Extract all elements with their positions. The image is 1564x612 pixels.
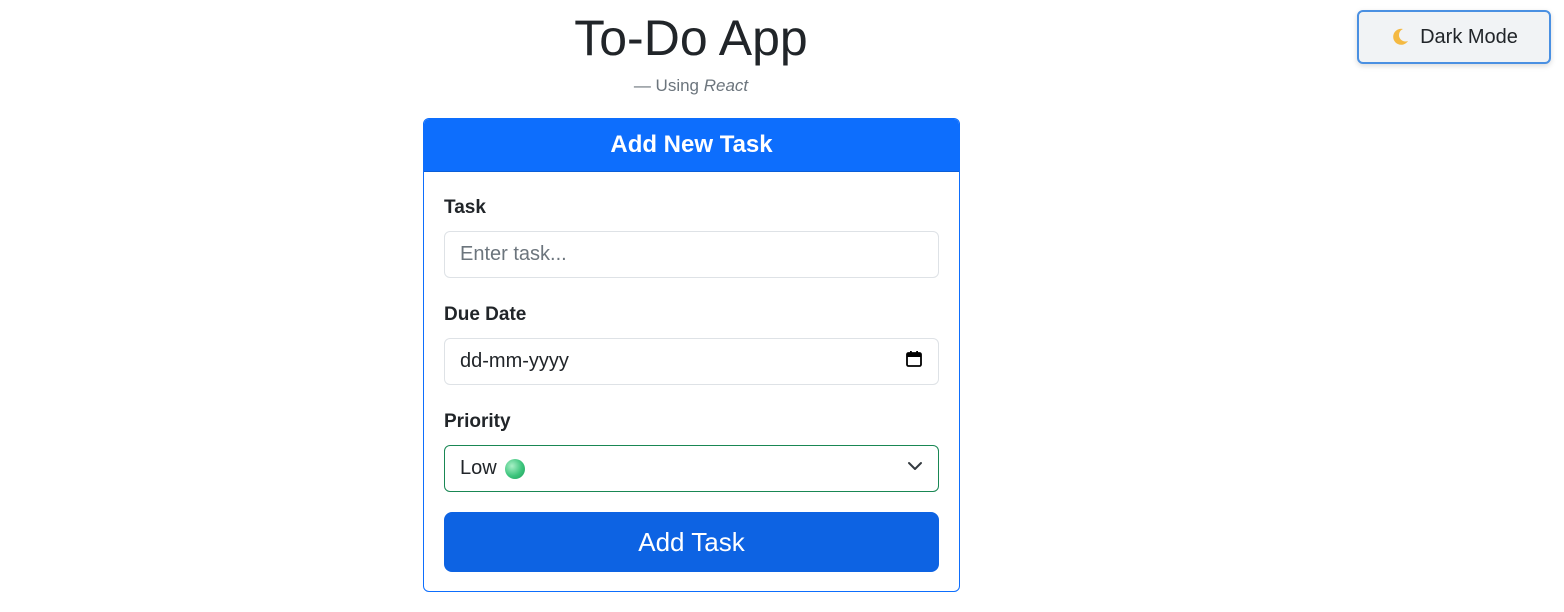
dark-mode-label: Dark Mode: [1420, 25, 1518, 48]
add-task-button[interactable]: Add Task: [444, 512, 939, 572]
priority-select[interactable]: Low: [444, 445, 939, 492]
priority-value: Low: [460, 457, 497, 479]
card-body: Task Due Date dd-mm-yyyy Priority Low: [424, 197, 959, 572]
due-date-value: dd-mm-yyyy: [460, 350, 569, 372]
due-date-label: Due Date: [444, 304, 527, 325]
priority-selected: Low: [460, 457, 525, 480]
dark-mode-button[interactable]: Dark Mode: [1357, 10, 1551, 64]
page-subtitle: — Using React: [0, 76, 1382, 96]
page: Dark Mode To-Do App — Using React Add Ne…: [0, 0, 1564, 612]
task-label: Task: [444, 197, 486, 218]
task-input[interactable]: [444, 231, 939, 278]
page-title: To-Do App: [574, 10, 808, 66]
calendar-icon[interactable]: [905, 350, 923, 374]
chevron-down-icon: [907, 457, 923, 480]
due-date-input[interactable]: dd-mm-yyyy: [444, 338, 939, 385]
priority-label: Priority: [444, 411, 511, 432]
subtitle-framework: React: [703, 76, 749, 95]
add-task-card: Add New Task Task Due Date dd-mm-yyyy Pr…: [423, 118, 960, 592]
subtitle-prefix: — Using: [633, 76, 700, 95]
card-title: Add New Task: [424, 119, 959, 172]
crescent-moon-icon: [1390, 27, 1410, 47]
page-header: To-Do App — Using React: [0, 6, 1382, 96]
green-circle-icon: [504, 458, 525, 479]
